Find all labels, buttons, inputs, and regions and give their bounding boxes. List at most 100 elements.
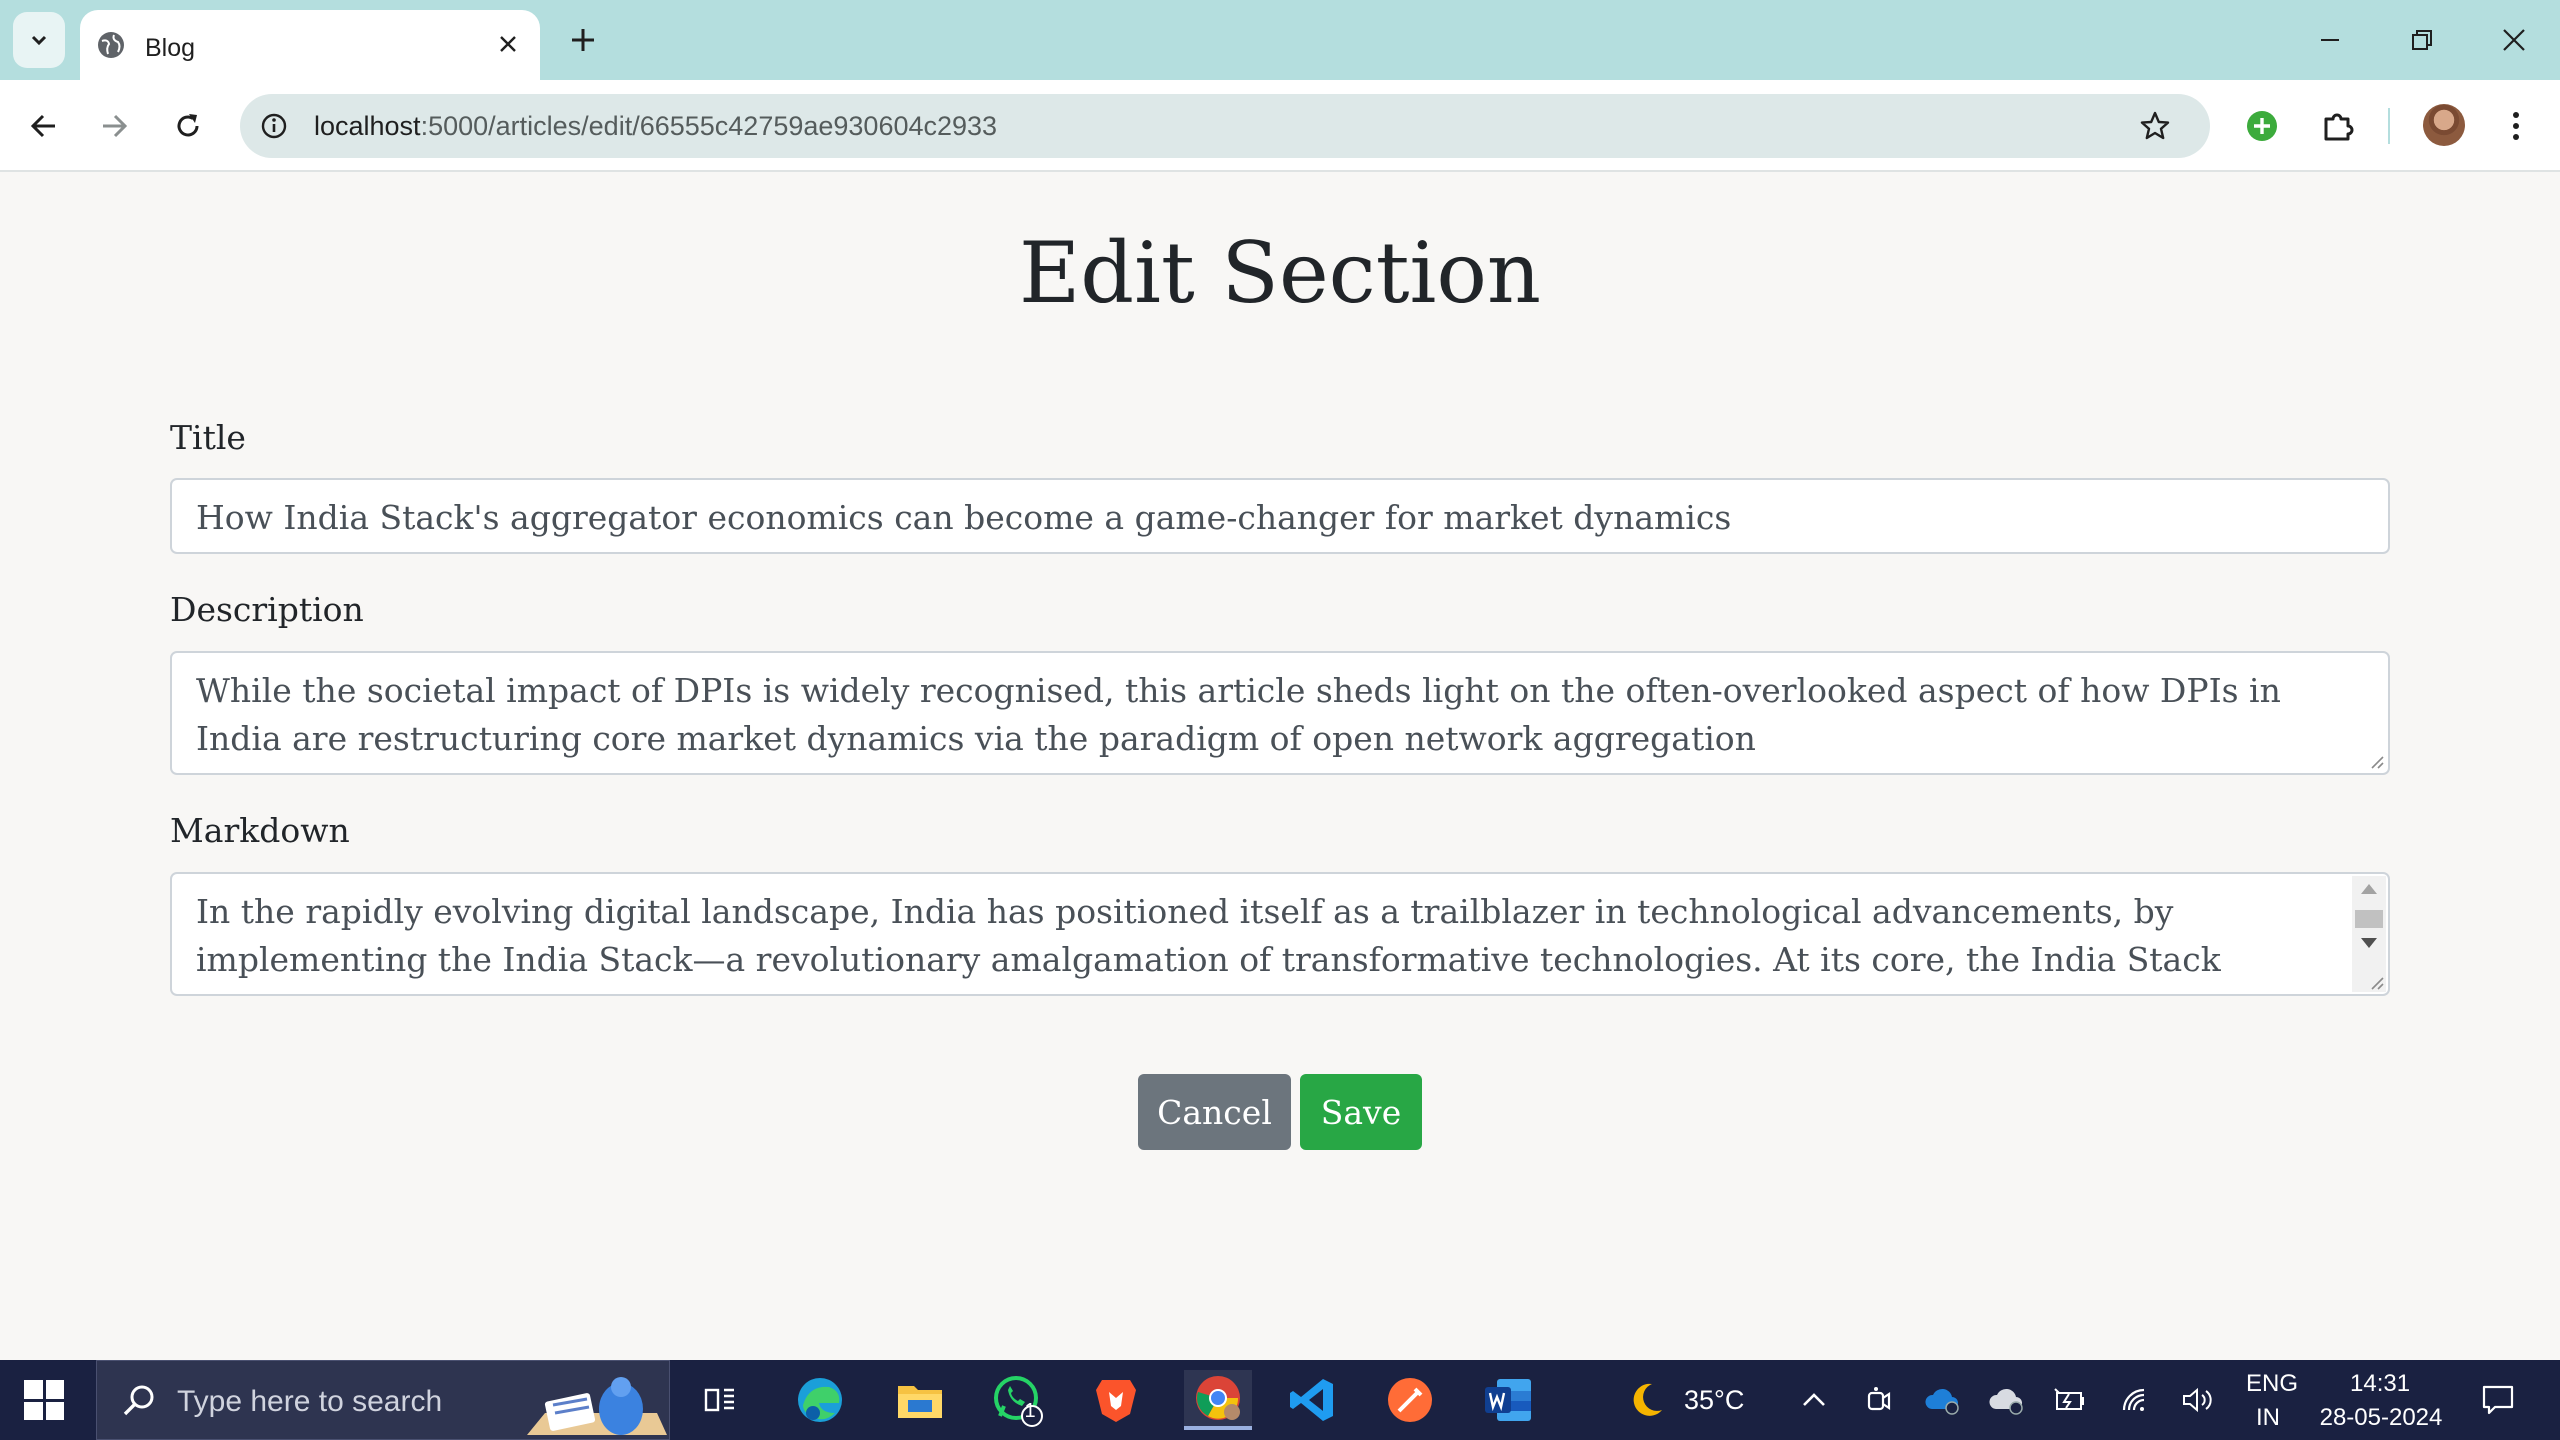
restore-button[interactable]	[2390, 12, 2454, 68]
browser-toolbar: localhost:5000/articles/edit/66555c42759…	[0, 80, 2560, 172]
extension-green-button[interactable]	[2238, 102, 2286, 150]
address-bar[interactable]: localhost:5000/articles/edit/66555c42759…	[240, 94, 2210, 158]
speaker-icon	[2183, 1387, 2212, 1413]
chrome-icon	[1196, 1376, 1240, 1420]
onedrive-tray[interactable]	[1924, 1382, 1960, 1418]
site-info-button[interactable]	[254, 106, 294, 146]
start-button[interactable]	[24, 1380, 64, 1420]
search-highlight-illustration-icon	[527, 1377, 667, 1435]
taskbar-search[interactable]: Type here to search	[96, 1360, 670, 1440]
language-indicator[interactable]: ENG	[2246, 1370, 2298, 1398]
extensions-button[interactable]	[2314, 102, 2362, 150]
brave-icon	[1096, 1380, 1136, 1422]
bookmark-button[interactable]	[2135, 106, 2175, 146]
minimize-icon	[2321, 39, 2339, 41]
minimize-button[interactable]	[2298, 12, 2362, 68]
browser-tab-strip: Blog	[0, 0, 2560, 80]
search-placeholder: Type here to search	[177, 1385, 443, 1418]
volume-tray[interactable]	[2180, 1382, 2216, 1418]
scroll-up-arrow-icon[interactable]	[2361, 884, 2377, 894]
onedrive-personal-tray[interactable]	[1988, 1382, 2024, 1418]
markdown-textarea[interactable]: In the rapidly evolving digital landscap…	[170, 872, 2390, 996]
restore-icon	[2412, 30, 2432, 50]
url-host: localhost	[314, 111, 421, 141]
search-icon	[123, 1385, 154, 1416]
close-window-button[interactable]	[2482, 12, 2546, 68]
vscode-app[interactable]	[1282, 1370, 1342, 1430]
description-textarea[interactable]: While the societal impact of DPIs is wid…	[170, 651, 2390, 775]
toolbar-separator	[2388, 108, 2390, 144]
edge-app[interactable]	[790, 1370, 850, 1430]
resize-handle-icon[interactable]	[2366, 972, 2384, 990]
windows-taskbar: Type here to search 1 35°C ENG IN 14:31 …	[0, 1360, 2560, 1440]
menu-button[interactable]	[2492, 102, 2540, 150]
tab-close-button[interactable]	[490, 26, 526, 62]
scroll-thumb[interactable]	[2355, 910, 2383, 928]
cloud-blue-icon	[1925, 1388, 1959, 1415]
description-label: Description	[170, 590, 364, 629]
postman-icon	[1388, 1378, 1432, 1422]
save-button[interactable]: Save	[1300, 1074, 1422, 1150]
language-region: IN	[2256, 1404, 2280, 1431]
page-title: Edit Section	[1018, 224, 1541, 322]
markdown-text: In the rapidly evolving digital landscap…	[196, 892, 2221, 994]
reload-icon	[177, 114, 199, 137]
url-text: localhost:5000/articles/edit/66555c42759…	[314, 111, 997, 142]
resize-handle-icon[interactable]	[2366, 751, 2384, 769]
chevron-up-icon	[1803, 1393, 1825, 1406]
whatsapp-badge: 1	[1024, 1400, 1036, 1422]
moon-icon	[1633, 1383, 1662, 1416]
plus-icon	[572, 29, 594, 51]
browser-tab[interactable]: Blog	[80, 10, 540, 80]
weather-widget[interactable]	[1626, 1382, 1666, 1418]
markdown-label: Markdown	[170, 811, 350, 850]
profile-avatar[interactable]	[2423, 104, 2465, 146]
url-path: :5000/articles/edit/66555c42759ae930604c…	[420, 111, 998, 141]
word-app[interactable]	[1478, 1370, 1538, 1430]
star-icon	[2140, 111, 2170, 140]
edit-page: Edit Section Title How India Stack's agg…	[0, 172, 2560, 1360]
vscode-icon	[1290, 1379, 1333, 1421]
chevron-down-icon	[31, 35, 47, 46]
tab-title: Blog	[145, 34, 196, 62]
title-input[interactable]: How India Stack's aggregator economics c…	[170, 478, 2390, 554]
chrome-app[interactable]	[1184, 1370, 1252, 1430]
notification-center-button[interactable]	[2476, 1382, 2520, 1418]
postman-app[interactable]	[1380, 1370, 1440, 1430]
weather-temperature[interactable]: 35°C	[1684, 1385, 1744, 1416]
brave-app[interactable]	[1086, 1370, 1146, 1430]
kebab-menu-icon	[2513, 112, 2519, 140]
puzzle-icon	[2324, 113, 2354, 141]
whatsapp-icon	[994, 1376, 1043, 1427]
task-view-icon	[704, 1388, 734, 1412]
arrow-right-icon	[103, 114, 128, 138]
task-view-button[interactable]	[690, 1370, 750, 1430]
new-tab-button[interactable]	[563, 20, 603, 60]
cloud-white-icon	[1989, 1388, 2023, 1415]
arrow-left-icon	[30, 114, 55, 138]
scroll-down-arrow-icon[interactable]	[2361, 938, 2377, 948]
wifi-icon	[2122, 1388, 2145, 1411]
extension-plus-icon	[2247, 111, 2277, 141]
show-hidden-icons-button[interactable]	[1796, 1382, 1832, 1418]
cancel-button[interactable]: Cancel	[1138, 1074, 1291, 1150]
tab-search-button[interactable]	[13, 12, 65, 68]
word-icon	[1485, 1379, 1531, 1421]
battery-tray[interactable]	[2052, 1382, 2088, 1418]
file-explorer-app[interactable]	[890, 1370, 950, 1430]
meet-now-tray[interactable]	[1860, 1382, 1896, 1418]
reload-button[interactable]	[164, 102, 212, 150]
battery-charging-icon	[2054, 1388, 2084, 1410]
clock-date[interactable]: 28-05-2024	[2316, 1404, 2446, 1432]
close-icon	[500, 36, 516, 52]
close-icon	[2503, 29, 2525, 51]
info-icon	[261, 113, 287, 139]
network-tray[interactable]	[2118, 1382, 2154, 1418]
clock-time[interactable]: 14:31	[2350, 1370, 2410, 1398]
windows-logo-icon	[24, 1380, 43, 1399]
title-label: Title	[170, 418, 246, 457]
whatsapp-app[interactable]: 1	[988, 1370, 1048, 1430]
notification-icon	[2482, 1385, 2514, 1415]
forward-button[interactable]	[90, 102, 138, 150]
back-button[interactable]	[20, 102, 68, 150]
